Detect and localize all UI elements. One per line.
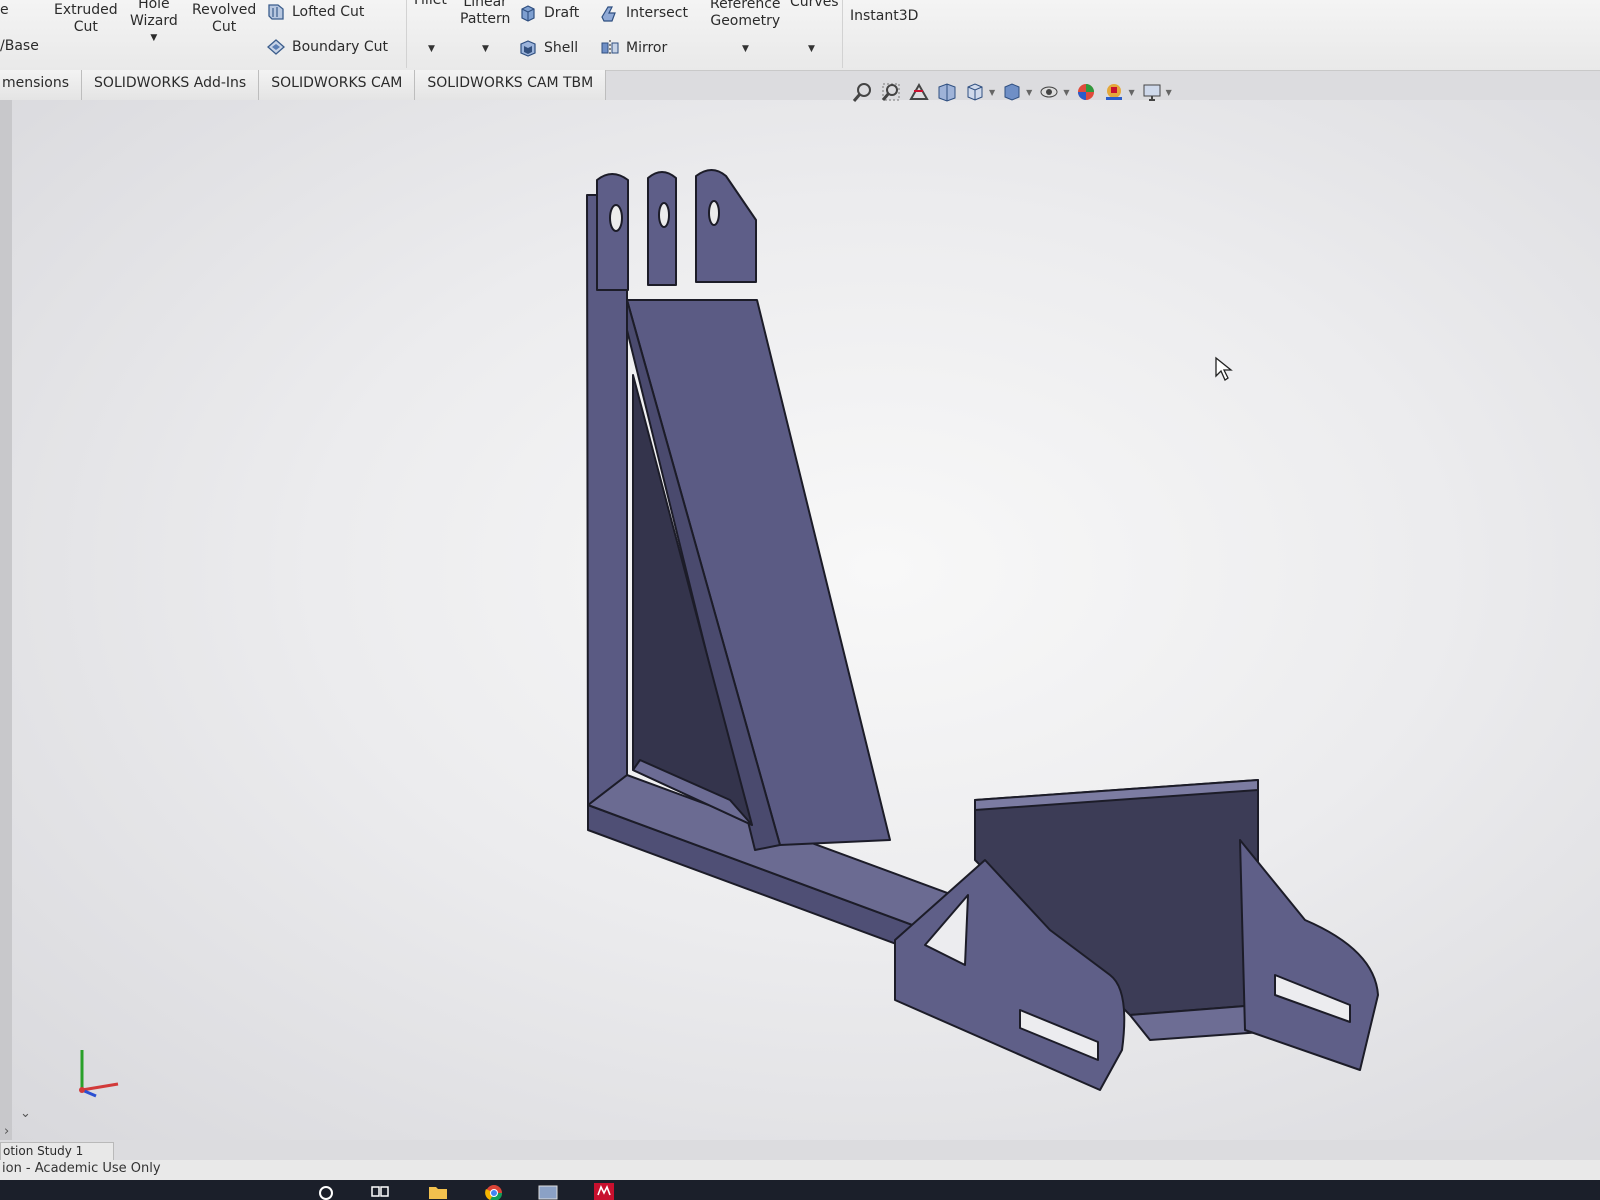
graphics-area[interactable] (0, 100, 1600, 1140)
previous-view-icon[interactable] (908, 81, 930, 103)
reference-triad-icon (79, 1050, 119, 1098)
tab-label: SOLIDWORKS CAM TBM (427, 75, 594, 91)
lofted-cut-icon (268, 4, 284, 20)
search-circle-icon[interactable] (314, 1181, 338, 1200)
status-bar: ion - Academic Use Only (0, 1160, 1600, 1180)
linear-pattern-button[interactable]: Linear Pattern (460, 0, 510, 28)
chrome-icon[interactable] (482, 1181, 506, 1200)
tab-solidworks-cam-tbm[interactable]: SOLIDWORKS CAM TBM (415, 70, 607, 101)
bracket-3d-model[interactable] (0, 100, 1600, 1140)
reference-geometry-label: Reference Geometry (710, 0, 781, 29)
hole-wizard-label: Hole Wizard (130, 0, 178, 29)
chevron-down-icon[interactable]: ⌄ (20, 1106, 31, 1121)
chevron-right-icon[interactable]: › (4, 1124, 9, 1139)
extruded-cut-label: Extruded Cut (54, 2, 118, 35)
zoom-to-fit-icon[interactable] (852, 81, 874, 103)
zoom-area-icon[interactable] (880, 81, 902, 103)
motion-study-label: otion Study 1 (3, 1144, 84, 1158)
boundary-cut-label: Boundary Cut (292, 39, 389, 55)
intersect-icon (601, 6, 616, 22)
draft-icon (521, 5, 535, 22)
fillet-button[interactable]: Fillet (414, 0, 447, 9)
mirror-button[interactable]: Mirror (600, 38, 667, 58)
tab-label: mensions (2, 75, 70, 91)
view-orientation-icon[interactable] (964, 81, 986, 103)
extruded-cut-button[interactable]: Extruded Cut (54, 2, 118, 36)
draft-button[interactable]: Draft (518, 3, 579, 23)
draft-label: Draft (544, 5, 580, 21)
reference-geometry-dropdown-icon[interactable]: ▼ (742, 44, 749, 54)
section-view-icon[interactable] (936, 81, 958, 103)
boundary-cut-icon (267, 39, 285, 55)
curves-button[interactable]: Curves (790, 0, 839, 11)
scene-icon[interactable] (1103, 81, 1125, 103)
view-settings-dropdown-icon[interactable]: ▼ (1166, 88, 1172, 97)
instant3d-label: Instant3D (850, 8, 919, 24)
display-style-dropdown-icon[interactable]: ▼ (1026, 88, 1032, 97)
file-explorer-icon[interactable] (426, 1181, 450, 1200)
mirror-icon (601, 40, 619, 56)
appearance-icon[interactable] (1075, 81, 1097, 103)
hide-show-icon[interactable] (1038, 81, 1060, 103)
view-orientation-dropdown-icon[interactable]: ▼ (989, 88, 995, 97)
edition-label: ion - Academic Use Only (2, 1161, 161, 1176)
shell-button[interactable]: Shell (518, 38, 578, 58)
scene-dropdown-icon[interactable]: ▼ (1128, 88, 1134, 97)
fillet-dropdown-icon[interactable]: ▼ (428, 44, 435, 54)
hole-wizard-button[interactable]: Hole Wizard ▼ (130, 0, 178, 44)
tab-motion-study[interactable]: otion Study 1 (0, 1142, 114, 1162)
app-window-icon[interactable] (536, 1181, 560, 1200)
fillet-label: Fillet (414, 0, 447, 8)
linear-pattern-label: Linear Pattern (460, 0, 511, 27)
hide-show-dropdown-icon[interactable]: ▼ (1063, 88, 1069, 97)
tab-label: SOLIDWORKS Add-Ins (94, 75, 247, 91)
lofted-cut-label: Lofted Cut (292, 4, 365, 20)
mouse-cursor-icon (1215, 356, 1233, 381)
view-settings-icon[interactable] (1141, 81, 1163, 103)
linear-pattern-dropdown-icon[interactable]: ▼ (482, 44, 489, 54)
windows-taskbar (0, 1180, 1600, 1200)
revolved-cut-button[interactable]: Revolved Cut (192, 2, 256, 36)
mirror-label: Mirror (626, 40, 668, 56)
solidworks-icon[interactable] (592, 1181, 616, 1200)
reference-geometry-button[interactable]: Reference Geometry (710, 0, 781, 30)
heads-up-view-toolbar: ▼ ▼ ▼ ▼ ▼ (852, 79, 1172, 105)
tab-solidworks-cam[interactable]: SOLIDWORKS CAM (259, 70, 416, 101)
tab-solidworks-add-ins[interactable]: SOLIDWORKS Add-Ins (82, 70, 260, 101)
left-panel-edge (0, 100, 12, 1140)
lofted-cut-button[interactable]: Lofted Cut (266, 2, 364, 22)
shell-label: Shell (544, 40, 579, 56)
base-partial-label: /Base (0, 38, 39, 54)
task-view-icon[interactable] (368, 1181, 392, 1200)
boundary-cut-button[interactable]: Boundary Cut (266, 37, 388, 57)
tab-dimensions[interactable]: mensions (0, 70, 83, 101)
intersect-label: Intersect (626, 5, 688, 21)
cut-partial-label: e (0, 2, 9, 18)
command-manager-tabs: mensions SOLIDWORKS Add-Ins SOLIDWORKS C… (0, 70, 607, 101)
ribbon-separator (406, 0, 407, 68)
tab-label: SOLIDWORKS CAM (271, 75, 403, 91)
display-style-icon[interactable] (1001, 81, 1023, 103)
command-manager-ribbon: e /Base Extruded Cut Hole Wizard ▼ Revol… (0, 0, 1600, 71)
instant3d-button[interactable]: Instant3D (850, 8, 918, 25)
hole-wizard-dropdown-icon[interactable]: ▼ (130, 32, 178, 44)
shell-icon (520, 40, 536, 57)
ribbon-separator (842, 0, 843, 68)
revolved-cut-label: Revolved Cut (192, 2, 257, 35)
curves-dropdown-icon[interactable]: ▼ (808, 44, 815, 54)
intersect-button[interactable]: Intersect (600, 3, 688, 23)
curves-label: Curves (790, 0, 839, 10)
